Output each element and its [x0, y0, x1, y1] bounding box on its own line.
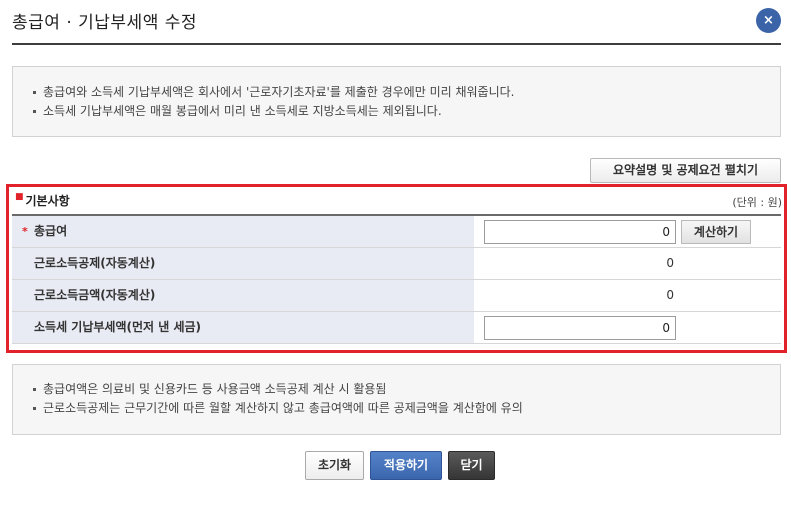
row-label-text: 소득세 기납부세액(먼저 낸 세금): [34, 320, 202, 334]
total-salary-input[interactable]: 0: [484, 220, 676, 244]
required-mark: *: [22, 225, 28, 238]
prepaid-tax-input[interactable]: 0: [484, 316, 676, 340]
dialog-title: 총급여 · 기납부세액 수정: [12, 13, 198, 33]
row-label-text: 근로소득금액(자동계산): [34, 288, 156, 302]
table-row-total-salary: * 총급여 0 계산하기: [12, 216, 781, 248]
basic-table: * 총급여 0 계산하기 근로소득공제(자동계산) 0 근로소득금액(자동계산) …: [12, 214, 781, 344]
section-title-text: 기본사항: [25, 194, 70, 208]
info-box-top: 총급여와 소득세 기납부세액은 회사에서 '근로자기초자료'를 제출한 경우에만…: [12, 66, 781, 137]
info-line: 근로소득공제는 근무기간에 따른 월할 계산하지 않고 총급여액에 따른 공제금…: [33, 399, 760, 418]
calculate-button[interactable]: 계산하기: [681, 220, 751, 244]
expand-summary-button[interactable]: 요약설명 및 공제요건 펼치기: [590, 158, 781, 183]
section-title: ■ 기본사항: [15, 192, 70, 209]
row-label-text: 총급여: [34, 224, 68, 238]
unit-label: (단위 : 원): [732, 196, 782, 209]
close-icon[interactable]: ×: [756, 8, 781, 33]
close-button[interactable]: 닫기: [448, 451, 495, 480]
table-row-prepaid-tax: 소득세 기납부세액(먼저 낸 세금) 0: [12, 312, 781, 344]
row-label: * 총급여: [12, 216, 474, 247]
row-label-text: 근로소득공제(자동계산): [34, 256, 156, 270]
info-box-bottom: 총급여액은 의료비 및 신용카드 등 사용금액 소득공제 계산 시 활용됨 근로…: [12, 364, 781, 435]
info-line: 총급여와 소득세 기납부세액은 회사에서 '근로자기초자료'를 제출한 경우에만…: [33, 83, 760, 102]
table-row-earned-income-deduction: 근로소득공제(자동계산) 0: [12, 248, 781, 280]
info-line: 소득세 기납부세액은 매월 봉급에서 미리 낸 소득세로 지방소득세는 제외됩니…: [33, 102, 760, 121]
row-label: 소득세 기납부세액(먼저 낸 세금): [12, 312, 474, 343]
row-label: 근로소득공제(자동계산): [12, 248, 474, 279]
reset-button[interactable]: 초기화: [305, 451, 364, 480]
apply-button[interactable]: 적용하기: [370, 451, 442, 480]
earned-income-amount-value: 0: [666, 288, 674, 302]
title-divider: [12, 43, 781, 45]
row-label: 근로소득금액(자동계산): [12, 280, 474, 311]
earned-income-deduction-value: 0: [666, 256, 674, 270]
table-row-earned-income-amount: 근로소득금액(자동계산) 0: [12, 280, 781, 312]
basic-section: ■ 기본사항 (단위 : 원) * 총급여 0 계산하기 근로소득공제(자동계산) …: [6, 184, 787, 353]
info-line: 총급여액은 의료비 및 신용카드 등 사용금액 소득공제 계산 시 활용됨: [33, 380, 760, 399]
bullet-icon: ■: [15, 192, 24, 202]
